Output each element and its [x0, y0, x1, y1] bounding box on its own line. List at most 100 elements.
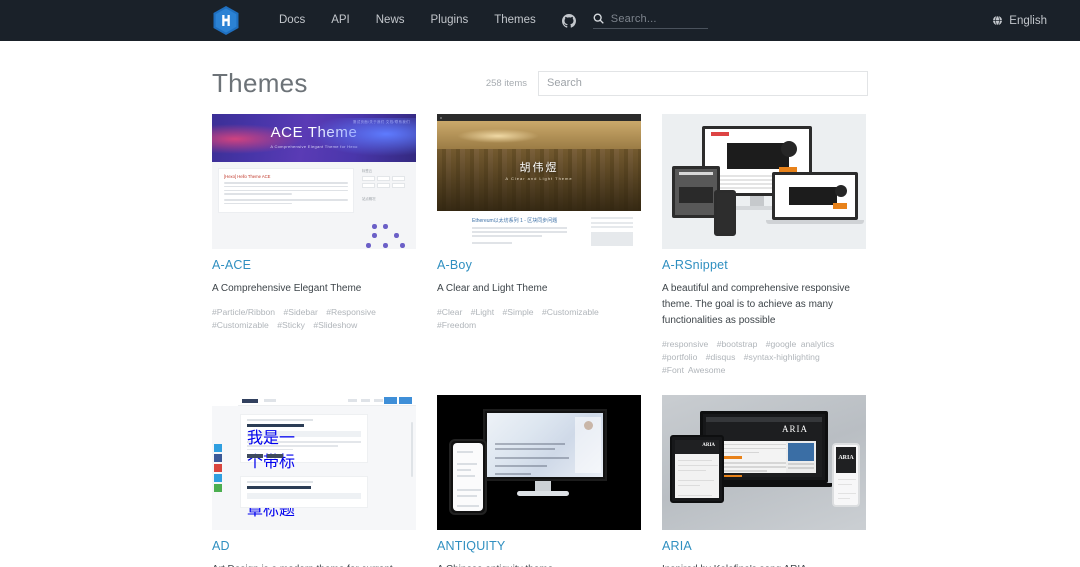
thumb-hero-nav: 测试页面/关于我们 文档/联系我们	[352, 120, 410, 124]
theme-tag[interactable]: #Light	[471, 307, 494, 317]
thumb-sidebar: 标签云 站点概况	[362, 168, 410, 204]
theme-tag[interactable]: #Responsive	[326, 307, 376, 317]
language-label: English	[1009, 14, 1047, 27]
theme-tag[interactable]: #google analytics	[766, 339, 834, 349]
site-logo-link[interactable]	[212, 5, 240, 36]
theme-title-link[interactable]: A-RSnippet	[662, 258, 866, 272]
thumb-network-graphic	[366, 224, 406, 249]
page-container: Themes 258 items 测试页面/关于我们 文档/联系我们 ACE T…	[0, 41, 1080, 567]
nav-item-themes[interactable]: Themes	[481, 0, 549, 41]
theme-tag[interactable]: #portfolio	[662, 352, 697, 362]
theme-card: A-RSnippet A beautiful and comprehensive…	[662, 114, 866, 377]
theme-tag[interactable]: #disqus	[706, 352, 736, 362]
thumb-brand-label-phone: ARIA	[838, 455, 854, 461]
thumb-brand-label-tablet: ARIA	[702, 443, 715, 448]
thumb-post-1: [Hexo] Hello Theme ACE	[218, 168, 354, 213]
theme-tag[interactable]: #Sticky	[277, 320, 305, 330]
thumb-widget-label: 站点概况	[362, 197, 376, 201]
thumb-laptop-mockup	[772, 172, 858, 220]
top-navigation-bar: Docs API News Plugins Themes Search... E…	[0, 0, 1080, 41]
main-nav: Docs API News Plugins Themes	[266, 0, 549, 41]
page-title: Themes	[212, 67, 308, 98]
theme-title-link[interactable]: AD	[212, 539, 416, 553]
thumb-post-1-title: [Hexo] Hello Theme ACE	[224, 174, 271, 179]
globe-icon	[993, 15, 1003, 26]
nav-item-news[interactable]: News	[363, 0, 418, 41]
thumb-hero-subtitle: A Comprehensive Elegant Theme for Hexo	[270, 144, 358, 149]
thumb-body: 我是一个带标题的文章标题	[212, 406, 416, 530]
theme-tag[interactable]: #Customizable	[542, 307, 599, 317]
theme-card: ANTIQUITY A Chinese antiquity theme #ant…	[437, 395, 641, 567]
thumb-post-title: Ethereum以太坊系列 1 - 区块同步问题	[472, 218, 558, 224]
theme-tag[interactable]: #bootstrap	[717, 339, 758, 349]
item-count-label: 258 items	[485, 77, 527, 89]
nav-item-api[interactable]: API	[318, 0, 363, 41]
thumb-navbar	[238, 395, 416, 406]
theme-tag[interactable]: #Simple	[503, 307, 534, 317]
nav-item-plugins[interactable]: Plugins	[418, 0, 482, 41]
theme-tag[interactable]: #Freedom	[437, 320, 476, 330]
thumb-phone-mockup: ARIA	[832, 443, 860, 507]
page-header: Themes 258 items	[212, 41, 868, 111]
theme-tag[interactable]: #Clear	[437, 307, 462, 317]
theme-card: 我是一个带标题的文章标题 AD Art Design is a moder	[212, 395, 416, 567]
theme-thumbnail-a-rsnippet[interactable]	[662, 114, 866, 249]
thumb-body: Ethereum以太坊系列 1 - 区块同步问题	[437, 211, 641, 249]
theme-thumbnail-antiquity[interactable]	[437, 395, 641, 530]
theme-tag[interactable]: #Slideshow	[313, 320, 357, 330]
theme-filter-input[interactable]	[538, 70, 868, 96]
theme-description: Art Design is a modern theme for current…	[212, 562, 416, 567]
theme-card: ARIA ARIA ARIA ARIA	[662, 395, 866, 567]
thumb-hero-title: ACE Theme	[270, 124, 358, 141]
theme-thumbnail-aria[interactable]: ARIA ARIA ARIA	[662, 395, 866, 530]
theme-tag[interactable]: #responsive	[662, 339, 708, 349]
header-search-placeholder: Search...	[610, 12, 657, 25]
thumb-tablet-mockup	[672, 166, 720, 218]
theme-tag[interactable]: #Customizable	[212, 320, 269, 330]
thumb-sidebar-label: 标签云	[362, 169, 373, 173]
hexo-hexagon-logo-icon	[213, 6, 239, 35]
theme-tag[interactable]: #Font Awesome	[662, 365, 725, 375]
thumb-hero-photo: 胡伟煜 A Clear and Light Theme	[437, 121, 641, 211]
thumb-browser-bar	[437, 114, 641, 121]
theme-title-link[interactable]: A-ACE	[212, 258, 416, 272]
theme-title-link[interactable]: ANTIQUITY	[437, 539, 641, 553]
thumb-post-2	[240, 476, 368, 509]
theme-tag[interactable]: #Particle/Ribbon	[212, 307, 275, 317]
theme-tag[interactable]: #Sidebar	[283, 307, 317, 317]
theme-description: A beautiful and comprehensive responsive…	[662, 283, 850, 326]
thumb-phone-mockup	[449, 439, 487, 515]
github-link[interactable]	[561, 13, 576, 28]
search-icon	[593, 13, 604, 24]
theme-thumbnail-a-boy[interactable]: 胡伟煜 A Clear and Light Theme Ethereum以太坊系…	[437, 114, 641, 249]
theme-description: A Clear and Light Theme	[437, 283, 548, 294]
thumb-social-rail	[214, 444, 222, 494]
theme-tags: #responsive #bootstrap #google analytics…	[662, 338, 866, 377]
theme-thumbnail-a-ace[interactable]: 测试页面/关于我们 文档/联系我们 ACE Theme A Comprehens…	[212, 114, 416, 249]
nav-item-docs[interactable]: Docs	[266, 0, 318, 41]
thumb-phone-mockup	[714, 190, 736, 236]
theme-tag[interactable]: #syntax-highlighting	[744, 352, 820, 362]
language-selector[interactable]: English	[992, 15, 1050, 27]
thumb-post-1: 我是一个带标题的文章标题	[240, 414, 368, 519]
thumb-body: [Hexo] Hello Theme ACE 我的ACE主题怎么样？（第二篇） …	[212, 162, 416, 249]
header-search[interactable]: Search...	[592, 12, 708, 29]
theme-tags: #Clear #Light #Simple #Customizable #Fre…	[437, 306, 641, 332]
github-icon	[561, 13, 576, 28]
thumb-hero-title: 胡伟煜	[519, 162, 559, 174]
thumb-tablet-mockup: ARIA	[670, 435, 724, 503]
theme-title-link[interactable]: ARIA	[662, 539, 866, 553]
theme-description: A Comprehensive Elegant Theme	[212, 283, 362, 294]
thumb-hero: 测试页面/关于我们 文档/联系我们 ACE Theme A Comprehens…	[212, 114, 416, 162]
theme-title-link[interactable]: A-Boy	[437, 258, 641, 272]
thumb-hero-subtitle: A Clear and Light Theme	[505, 176, 573, 181]
theme-card: 胡伟煜 A Clear and Light Theme Ethereum以太坊系…	[437, 114, 641, 377]
theme-description: Inspired by Kalafina's song ARIA	[662, 562, 866, 567]
theme-description: A Chinese antiquity theme	[437, 562, 641, 567]
thumb-imac-mockup	[483, 409, 607, 481]
theme-card: 测试页面/关于我们 文档/联系我们 ACE Theme A Comprehens…	[212, 114, 416, 377]
thumb-brand-label: ARIA	[782, 424, 808, 434]
page-header-tools: 258 items	[485, 70, 868, 96]
theme-tags: #Particle/Ribbon #Sidebar #Responsive #C…	[212, 306, 416, 332]
theme-thumbnail-ad[interactable]: 我是一个带标题的文章标题	[212, 395, 416, 530]
